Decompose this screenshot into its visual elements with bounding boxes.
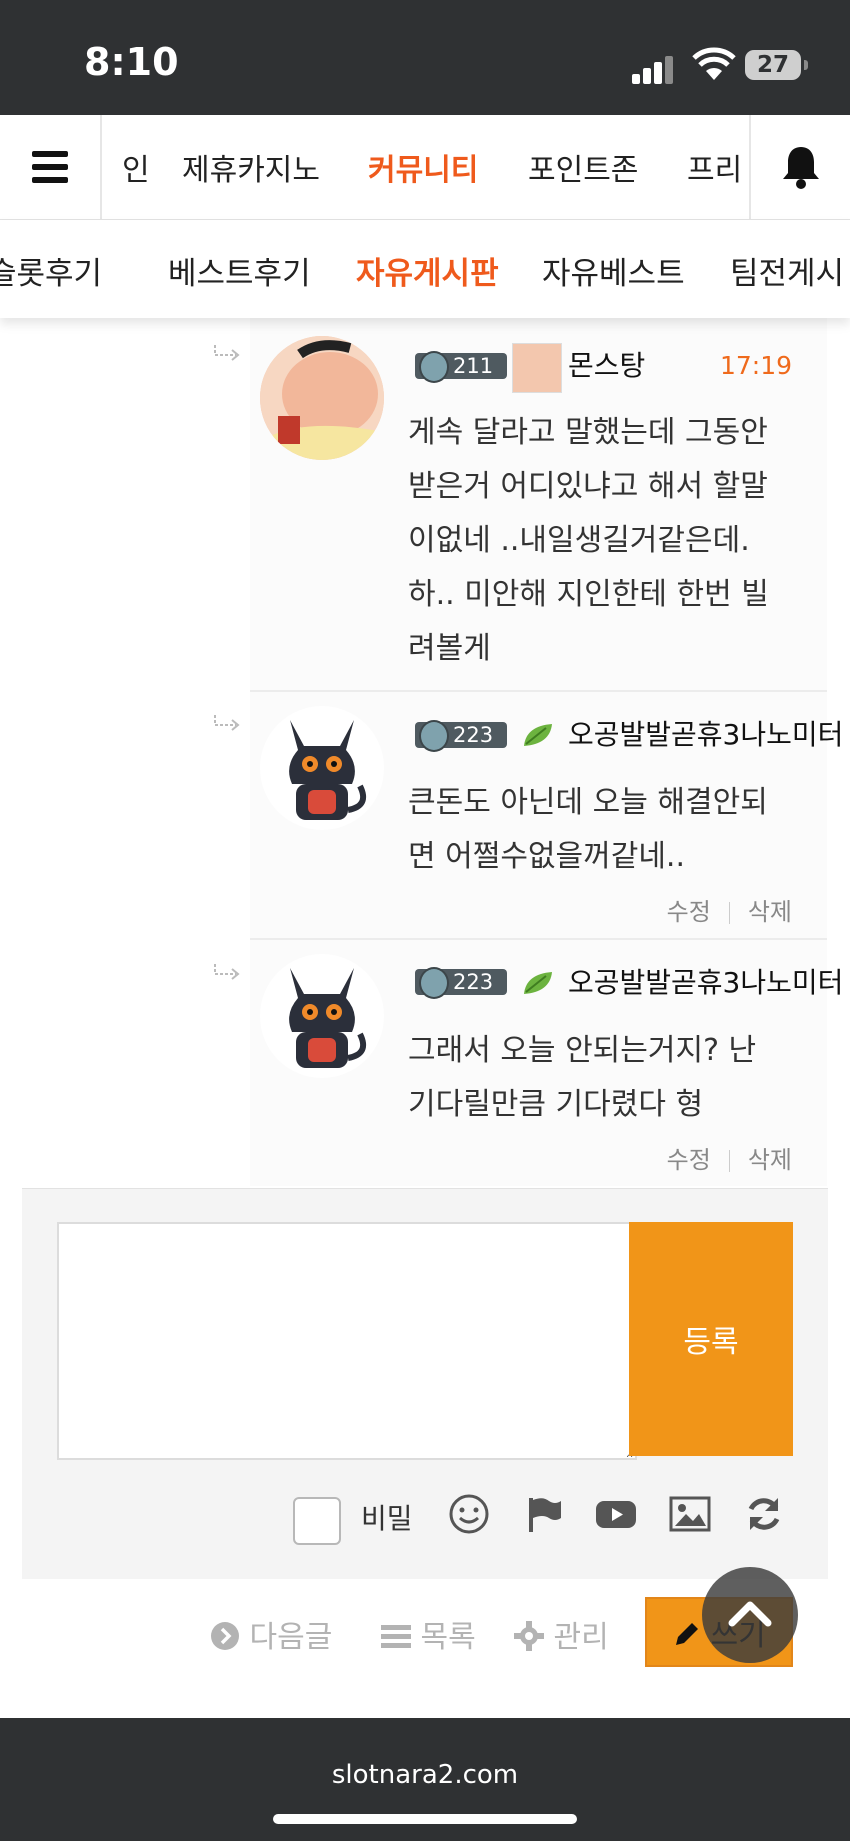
cellular-signal-icon [632,50,676,84]
emoji-icon[interactable] [447,1492,491,1536]
list-icon [381,1625,411,1648]
sub-navigation: 슬롯후기 베스트후기 자유게시판 자유베스트 팀전게시 [0,220,850,318]
top-navigation: 인 제휴카지노 커뮤니티 포인트존 프리 [0,115,850,220]
comment-author[interactable]: 오공발발곧휴3나노미터 [568,961,843,1001]
divider [250,690,827,692]
list-label: 목록 [420,1620,476,1655]
sub-nav-item-team-board[interactable]: 팀전게시 [730,248,844,293]
comment-input[interactable] [57,1222,637,1460]
manage-label: 관리 [553,1620,609,1655]
site-domain[interactable]: slotnara2.com [0,1760,850,1790]
secret-checkbox[interactable] [293,1497,341,1545]
reply-arrow-icon [214,345,240,361]
comment-time: 17:19 [719,351,792,380]
edit-link[interactable]: 수정 [667,898,711,926]
wifi-icon [692,47,736,80]
leaf-icon [524,724,552,746]
status-bar: 8:10 27 [0,0,850,115]
level-badge: 211 [415,349,507,383]
sub-nav-item-free-board[interactable]: 자유게시판 [356,248,499,293]
delete-link[interactable]: 삭제 [748,1146,792,1174]
status-time: 8:10 [84,40,179,84]
top-nav-items: 인 제휴카지노 커뮤니티 포인트존 프리 [102,115,750,219]
gear-icon [514,1621,544,1651]
top-nav-item-free[interactable]: 프리 [687,145,742,189]
avatar[interactable] [260,954,384,1078]
comment-text: 그래서 오늘 안되는거지? 난 기다릴만큼 기다렸다 형 [408,1033,757,1122]
level-badge: 223 [415,718,507,752]
sub-nav-item-free-best[interactable]: 자유베스트 [542,248,685,293]
comment-text: 큰돈도 아닌데 오늘 해결안되면 어쩔수없을꺼같네.. [408,785,768,874]
home-indicator[interactable] [273,1814,577,1824]
pencil-icon [676,1623,699,1645]
avatar[interactable] [260,336,384,460]
battery-icon: 27 [745,50,808,80]
image-icon[interactable] [668,1492,712,1536]
flag-icon[interactable] [521,1492,565,1536]
divider [250,938,827,940]
top-nav-item-point-zone[interactable]: 포인트존 [528,145,638,189]
notification-bell-icon[interactable] [749,115,850,219]
level-badge: 223 [415,965,507,999]
secret-label: 비밀 [361,1502,413,1535]
top-nav-item-partner-casino[interactable]: 제휴카지노 [182,145,320,189]
author-badge-icon [512,343,562,393]
youtube-icon[interactable] [594,1492,638,1536]
edit-link[interactable]: 수정 [667,1146,711,1174]
manage-button[interactable]: 관리 [514,1612,609,1656]
reply-arrow-icon [214,715,240,731]
reply-arrow-icon [214,964,240,980]
next-post-label: 다음글 [249,1620,333,1655]
comment-actions: 수정 삭제 [667,1140,792,1175]
leaf-icon [524,972,552,994]
delete-link[interactable]: 삭제 [748,898,792,926]
top-nav-item-partial[interactable]: 인 [122,145,150,189]
submit-button[interactable]: 등록 [629,1222,793,1456]
chevron-right-circle-icon [211,1622,239,1650]
avatar[interactable] [260,706,384,830]
next-post-button[interactable]: 다음글 [210,1612,332,1656]
menu-icon[interactable] [0,115,102,219]
scroll-to-top-button[interactable] [702,1567,798,1663]
comment-author[interactable]: 몬스탕 [568,344,645,384]
refresh-icon[interactable] [742,1492,786,1536]
comment-actions: 수정 삭제 [667,892,792,927]
sub-nav-item-best-review[interactable]: 베스트후기 [168,248,311,293]
list-button[interactable]: 목록 [381,1612,476,1656]
top-nav-item-community[interactable]: 커뮤니티 [368,145,478,189]
browser-url-bar: slotnara2.com [0,1718,850,1841]
chevron-up-icon [728,1601,772,1627]
comment-author[interactable]: 오공발발곧휴3나노미터 [568,713,843,753]
sub-nav-item-slot-review[interactable]: 슬롯후기 [0,248,102,293]
comment-text: 게속 달라고 말했는데 그동안 받은거 어디있냐고 해서 할말이없네 ..내일생… [408,415,769,666]
